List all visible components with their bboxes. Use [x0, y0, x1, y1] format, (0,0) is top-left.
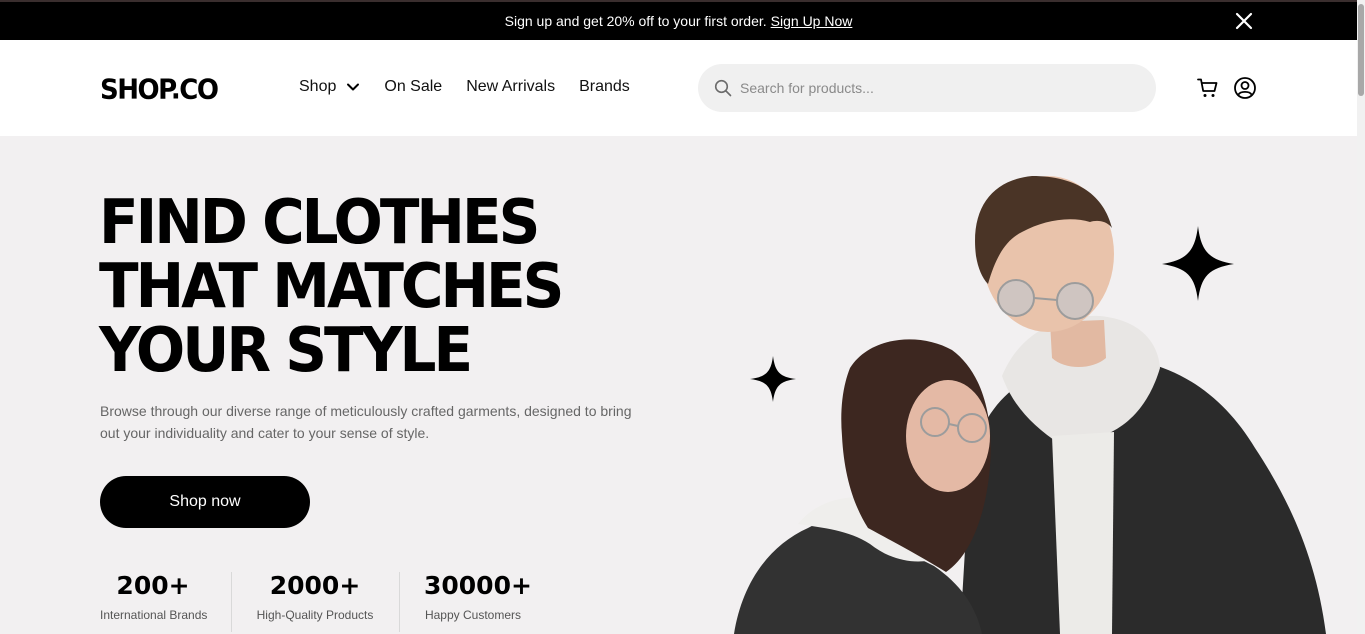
nav-item-brands[interactable]: Brands [579, 78, 630, 96]
nav-item-on-sale[interactable]: On Sale [384, 78, 442, 96]
search-bar[interactable] [698, 64, 1156, 112]
nav-item-label: New Arrivals [466, 78, 556, 95]
scrollbar-thumb[interactable] [1358, 4, 1364, 96]
site-header: SHOP.CO Shop On Sale New Arrivals Brands [0, 40, 1357, 136]
hero-title-line: YOUR STYLE [99, 313, 473, 386]
logo[interactable]: SHOP.CO [100, 74, 219, 106]
hero-title-line: THAT MATCHES [99, 249, 564, 322]
nav-item-label: On Sale [384, 78, 443, 95]
stat-value: 2000+ [269, 571, 361, 600]
stat-products: 2000+ High-Quality Products [256, 570, 374, 622]
sparkle-icon [750, 356, 796, 402]
page: Sign up and get 20% off to your first or… [0, 0, 1365, 634]
cart-icon[interactable] [1196, 76, 1220, 100]
search-icon [714, 79, 732, 97]
nav-item-label: Shop [299, 78, 337, 95]
announcement-bar: Sign up and get 20% off to your first or… [0, 0, 1357, 40]
stat-label: International Brands [100, 608, 208, 622]
stat-divider [399, 572, 400, 632]
stat-value: 200+ [116, 571, 190, 600]
sign-up-link[interactable]: Sign Up Now [771, 13, 853, 29]
stat-label: High-Quality Products [256, 608, 374, 622]
sparkle-icon [1162, 226, 1234, 301]
stat-customers: 30000+ Happy Customers [424, 570, 532, 622]
stat-value: 30000+ [424, 571, 532, 600]
hero-image [734, 176, 1326, 634]
nav-item-new-arrivals[interactable]: New Arrivals [466, 78, 555, 96]
stat-brands: 200+ International Brands [100, 570, 208, 622]
shop-now-button[interactable]: Shop now [100, 476, 310, 528]
stat-divider [231, 572, 232, 632]
chevron-down-icon [347, 83, 360, 91]
search-input[interactable] [740, 80, 1120, 96]
hero-section: FIND CLOTHES THAT MATCHES YOUR STYLE Bro… [0, 136, 1357, 634]
nav-item-label: Brands [579, 78, 630, 95]
close-icon[interactable] [1234, 11, 1254, 31]
main-nav: Shop On Sale New Arrivals Brands [299, 78, 654, 96]
stat-label: Happy Customers [424, 608, 522, 622]
hero-description: Browse through our diverse range of meti… [100, 403, 632, 441]
user-icon[interactable] [1233, 76, 1257, 100]
nav-item-shop[interactable]: Shop [299, 78, 360, 96]
page-scrollbar[interactable] [1357, 0, 1365, 634]
announcement-text: Sign up and get 20% off to your first or… [504, 13, 767, 29]
hero-title: FIND CLOTHES THAT MATCHES YOUR STYLE [99, 185, 659, 384]
hero-title-line: FIND CLOTHES [99, 185, 540, 258]
